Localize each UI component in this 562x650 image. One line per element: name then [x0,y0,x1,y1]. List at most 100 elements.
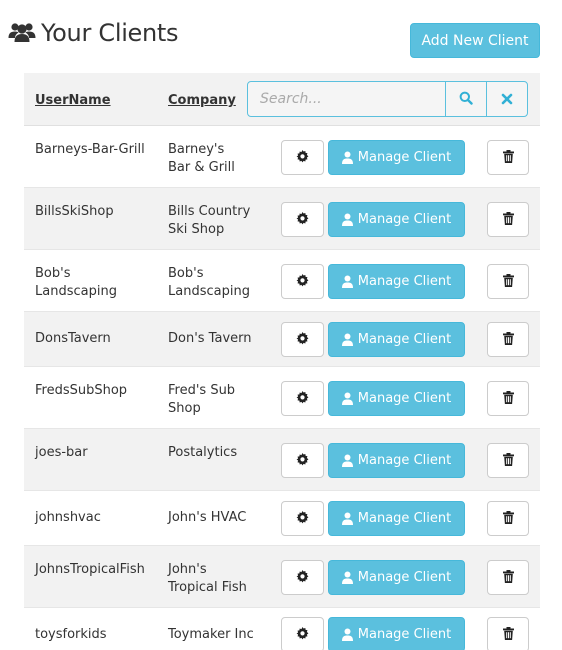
users-icon [7,18,37,48]
client-settings-button[interactable] [281,560,324,595]
manage-client-button[interactable]: Manage Client [328,501,465,536]
delete-client-button[interactable] [487,501,529,536]
delete-client-button[interactable] [487,202,529,237]
manage-client-label: Manage Client [357,274,452,289]
table-row: toysforkids Toymaker Inc Manage Client [24,608,540,650]
delete-client-button[interactable] [487,443,529,478]
trash-icon [502,148,514,167]
username-cell: BillsSkiShop [35,204,114,219]
company-cell: John's Tropical Fish [168,562,247,595]
search-input[interactable] [247,81,446,117]
gear-icon [296,451,309,470]
user-icon [341,571,353,584]
table-row: FredsSubShop Fred's Sub Shop Manage Client [24,367,540,429]
manage-client-label: Manage Client [357,511,452,526]
manage-client-label: Manage Client [357,150,452,165]
company-cell: Bills Country Ski Shop [168,204,251,237]
clear-search-button[interactable] [486,81,528,117]
column-header-username[interactable]: UserName [35,93,111,108]
table-header: UserName Company [24,73,540,126]
username-cell: johnshvac [35,510,101,525]
client-settings-button[interactable] [281,322,324,357]
username-cell: Barneys-Bar-Grill [35,142,145,157]
company-cell: Postalytics [168,445,238,460]
manage-client-button[interactable]: Manage Client [328,443,465,478]
table-row: Barneys-Bar-Grill Barney's Bar & Grill Man… [24,126,540,188]
clients-table: UserName Company Search... Barneys-Bar-G… [24,73,540,650]
manage-client-button[interactable]: Manage Client [328,560,465,595]
page-header: Your Clients Add New Client [0,0,562,70]
client-settings-button[interactable] [281,443,324,478]
delete-client-button[interactable] [487,322,529,357]
table-row: DonsTavern Don's Tavern Manage Client [24,312,540,367]
gear-icon [296,509,309,528]
client-settings-button[interactable] [281,202,324,237]
manage-client-label: Manage Client [357,627,452,642]
column-header-company[interactable]: Company [168,93,236,108]
username-cell: Bob's Landscaping [35,266,117,299]
trash-icon [502,625,514,644]
user-icon [341,151,353,164]
user-icon [341,628,353,641]
company-cell: Fred's Sub Shop [168,383,236,416]
trash-icon [502,568,514,587]
client-settings-button[interactable] [281,264,324,299]
trash-icon [502,451,514,470]
delete-client-button[interactable] [487,140,529,175]
gear-icon [296,272,309,291]
gear-icon [296,568,309,587]
search-icon [459,90,473,109]
table-row: joes-bar Postalytics Manage Client [24,429,540,491]
user-icon [341,454,353,467]
manage-client-label: Manage Client [357,332,452,347]
table-row: BillsSkiShop Bills Country Ski Shop Manage… [24,188,540,250]
client-settings-button[interactable] [281,617,324,650]
manage-client-button[interactable]: Manage Client [328,617,465,650]
close-icon [501,90,513,109]
manage-client-label: Manage Client [357,453,452,468]
username-cell: FredsSubShop [35,383,128,398]
client-settings-button[interactable] [281,381,324,416]
gear-icon [296,330,309,349]
user-icon [341,213,353,226]
delete-client-button[interactable] [487,560,529,595]
username-cell: JohnsTropicalFish [35,562,145,577]
table-row: Bob's Landscaping Bob's Landscaping Manage… [24,250,540,312]
trash-icon [502,330,514,349]
client-settings-button[interactable] [281,140,324,175]
user-icon [341,275,353,288]
search-group [247,81,529,117]
manage-client-button[interactable]: Manage Client [328,140,465,175]
manage-client-button[interactable]: Manage Client [328,202,465,237]
client-settings-button[interactable] [281,501,324,536]
user-icon [341,333,353,346]
gear-icon [296,148,309,167]
search-button[interactable] [445,81,487,117]
delete-client-button[interactable] [487,264,529,299]
trash-icon [502,272,514,291]
user-icon [341,392,353,405]
delete-client-button[interactable] [487,381,529,416]
manage-client-label: Manage Client [357,212,452,227]
username-cell: DonsTavern [35,331,111,346]
user-icon [341,512,353,525]
company-cell: Don's Tavern [168,331,252,346]
delete-client-button[interactable] [487,617,529,650]
table-row: JohnsTropicalFish John's Tropical Fish Man… [24,546,540,608]
manage-client-button[interactable]: Manage Client [328,322,465,357]
gear-icon [296,625,309,644]
company-cell: Barney's Bar & Grill [168,142,235,175]
table-row: johnshvac John's HVAC Manage Client [24,491,540,546]
company-cell: Bob's Landscaping [168,266,250,299]
manage-client-label: Manage Client [357,391,452,406]
manage-client-button[interactable]: Manage Client [328,264,465,299]
manage-client-button[interactable]: Manage Client [328,381,465,416]
trash-icon [502,509,514,528]
username-cell: toysforkids [35,627,107,642]
add-new-client-button[interactable]: Add New Client [410,23,540,58]
manage-client-label: Manage Client [357,570,452,585]
trash-icon [502,389,514,408]
company-cell: John's HVAC [168,510,247,525]
page-title: Your Clients [41,19,179,47]
table-body: Barneys-Bar-Grill Barney's Bar & Grill Man… [24,126,540,650]
